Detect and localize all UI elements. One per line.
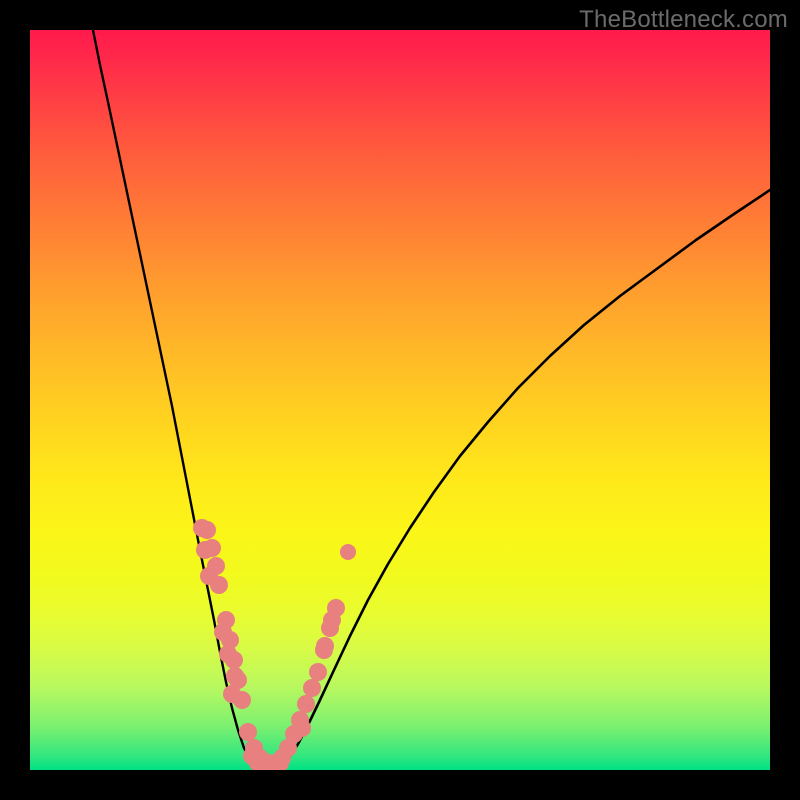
cluster-right-outlier (340, 544, 356, 560)
data-point (297, 695, 315, 713)
data-point (340, 544, 356, 560)
data-point (196, 541, 214, 559)
cluster-left-cluster-upper (193, 519, 228, 594)
data-point (323, 611, 341, 629)
data-point (226, 667, 244, 685)
chart-frame: TheBottleneck.com (0, 0, 800, 800)
watermark-text: TheBottleneck.com (579, 6, 788, 34)
cluster-right-cluster-upper (315, 599, 345, 659)
data-point (315, 641, 333, 659)
data-point (193, 519, 211, 537)
data-point (223, 685, 241, 703)
data-point (219, 645, 237, 663)
series-right-curve (268, 190, 770, 770)
chart-svg (30, 30, 770, 770)
data-point (239, 723, 257, 741)
curve-layer (93, 30, 770, 770)
data-point (303, 679, 321, 697)
data-point (309, 663, 327, 681)
data-point (214, 623, 232, 641)
data-point (293, 719, 311, 737)
cluster-right-cluster-lower (285, 663, 327, 743)
data-point (243, 747, 261, 765)
data-point (200, 567, 218, 585)
cluster-left-cluster-lower (214, 611, 251, 709)
